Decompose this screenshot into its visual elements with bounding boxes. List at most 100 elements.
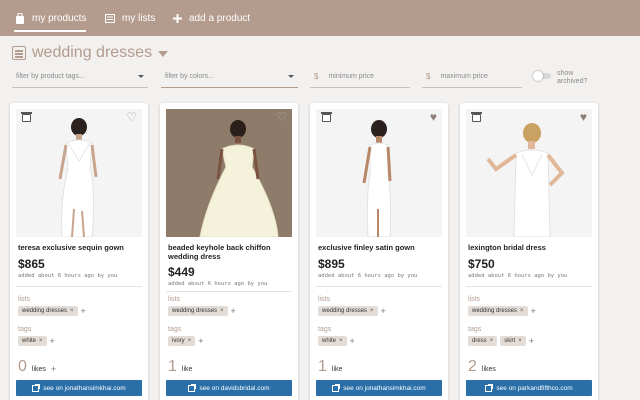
show-archived-toggle[interactable]	[533, 71, 553, 81]
store-link-button[interactable]: see on jonathansimkhai.com	[16, 380, 142, 396]
add-like-icon[interactable]: +	[51, 364, 56, 374]
tag-chips: white × +	[318, 336, 355, 346]
list-chip[interactable]: wedding dresses ×	[318, 306, 378, 316]
close-icon[interactable]: ×	[520, 308, 524, 314]
likes-count: 1	[168, 358, 177, 375]
likes: 1 like	[318, 359, 342, 375]
likes-label: like	[331, 366, 343, 373]
tag-chip[interactable]: ivory ×	[168, 336, 196, 346]
archive-icon[interactable]	[21, 112, 32, 122]
color-filter-select[interactable]: filter by colors...	[161, 66, 298, 88]
heart-icon[interactable]: ♡	[276, 111, 287, 123]
added-info: added about 6 hours ago by you	[18, 273, 118, 279]
add-tag-icon[interactable]: +	[50, 336, 55, 346]
tag-chip[interactable]: white ×	[18, 336, 47, 346]
likes-count: 2	[468, 358, 477, 375]
added-info: added about 6 hours ago by you	[468, 273, 568, 279]
tags-label: tags	[18, 326, 32, 333]
heart-icon[interactable]: ♥	[580, 111, 587, 123]
tag-chip[interactable]: skirt ×	[500, 336, 526, 346]
close-icon[interactable]: ×	[220, 308, 224, 314]
nav-label: add a product	[189, 12, 251, 24]
close-icon[interactable]: ×	[70, 308, 74, 314]
currency-symbol: $	[426, 72, 431, 81]
bag-icon	[14, 12, 26, 24]
heart-icon[interactable]: ♥	[430, 111, 437, 123]
tags-label: tags	[168, 326, 182, 333]
lists-label: lists	[318, 296, 331, 303]
heart-icon[interactable]: ♡	[126, 111, 137, 123]
list-selector[interactable]: wedding dresses	[12, 44, 169, 62]
add-list-icon[interactable]: +	[531, 306, 536, 316]
nav-my-lists[interactable]: my lists	[104, 10, 155, 26]
product-image[interactable]: ♥	[316, 109, 442, 237]
likes-count: 1	[318, 358, 327, 375]
lists-label: lists	[468, 296, 481, 303]
list-chip[interactable]: wedding dresses ×	[168, 306, 228, 316]
list-chip[interactable]: wedding dresses ×	[468, 306, 528, 316]
likes-count: 0	[18, 358, 27, 375]
likes: 2 likes	[468, 359, 496, 375]
list-chip[interactable]: wedding dresses ×	[18, 306, 78, 316]
tag-filter-placeholder: filter by product tags...	[16, 73, 85, 80]
add-tag-icon[interactable]: +	[198, 336, 203, 346]
tags-label: tags	[318, 326, 332, 333]
archive-icon[interactable]	[321, 112, 332, 122]
nav-label: my lists	[122, 12, 156, 24]
added-info: added about 6 hours ago by you	[168, 281, 268, 287]
store-link-label: see on parkandfifthco.com	[496, 384, 573, 392]
product-price: $865	[18, 257, 45, 271]
tag-chips: dress × skirt × +	[468, 336, 534, 346]
close-icon[interactable]: ×	[39, 338, 43, 344]
product-image[interactable]: ♥	[466, 109, 592, 237]
product-image[interactable]: ♡	[166, 109, 292, 237]
lists-label: lists	[18, 296, 31, 303]
add-list-icon[interactable]: +	[381, 306, 386, 316]
product-card[interactable]: ♡ teresa exclusive sequin gown $865 adde…	[10, 103, 148, 400]
product-card[interactable]: ♡ beaded keyhole back chiffon wedding dr…	[160, 103, 298, 400]
tag-chip[interactable]: white ×	[318, 336, 347, 346]
close-icon[interactable]: ×	[370, 308, 374, 314]
likes: 0 likes +	[18, 359, 56, 375]
close-icon[interactable]: ×	[188, 338, 192, 344]
added-info: added about 6 hours ago by you	[318, 273, 418, 279]
product-name: beaded keyhole back chiffon wedding dres…	[168, 243, 271, 261]
divider	[166, 291, 292, 292]
max-price-placeholder: maximum price	[440, 73, 488, 80]
tag-chip[interactable]: dress ×	[468, 336, 498, 346]
external-link-icon	[485, 383, 494, 392]
product-card[interactable]: ♥ lexington bridal dress $750 added abou…	[460, 103, 598, 400]
nav-add-product[interactable]: add a product	[171, 10, 250, 26]
likes-label: likes	[481, 366, 496, 373]
external-link-icon	[32, 383, 41, 392]
plus-icon	[171, 12, 183, 24]
add-tag-icon[interactable]: +	[529, 336, 534, 346]
close-icon[interactable]: ×	[339, 338, 343, 344]
store-link-button[interactable]: see on jonathansimkhai.com	[316, 380, 442, 396]
page-title: wedding dresses	[32, 44, 153, 61]
currency-symbol: $	[314, 72, 319, 81]
store-link-button[interactable]: see on davidsbridal.com	[166, 380, 292, 396]
archive-icon[interactable]	[471, 112, 482, 122]
lists-label: lists	[168, 296, 181, 303]
store-link-button[interactable]: see on parkandfifthco.com	[466, 380, 592, 396]
product-name: exclusive finley satin gown	[318, 243, 415, 252]
divider	[16, 286, 142, 287]
divider	[316, 286, 442, 287]
min-price-placeholder: minimum price	[328, 73, 374, 80]
tag-filter-select[interactable]: filter by product tags...	[12, 66, 148, 88]
close-icon[interactable]: ×	[490, 338, 494, 344]
close-icon[interactable]: ×	[518, 338, 522, 344]
max-price-field[interactable]: $ maximum price	[422, 66, 522, 88]
min-price-field[interactable]: $ minimum price	[310, 66, 410, 88]
add-list-icon[interactable]: +	[231, 306, 236, 316]
product-price: $750	[468, 257, 495, 271]
product-image[interactable]: ♡	[16, 109, 142, 237]
nav-my-products[interactable]: my products	[14, 10, 87, 32]
chevron-down-icon[interactable]	[158, 51, 169, 57]
product-card[interactable]: ♥ exclusive finley satin gown $895 added…	[310, 103, 448, 400]
add-list-icon[interactable]: +	[81, 306, 86, 316]
product-name: lexington bridal dress	[468, 243, 546, 252]
toggle-knob	[533, 71, 543, 81]
add-tag-icon[interactable]: +	[350, 336, 355, 346]
